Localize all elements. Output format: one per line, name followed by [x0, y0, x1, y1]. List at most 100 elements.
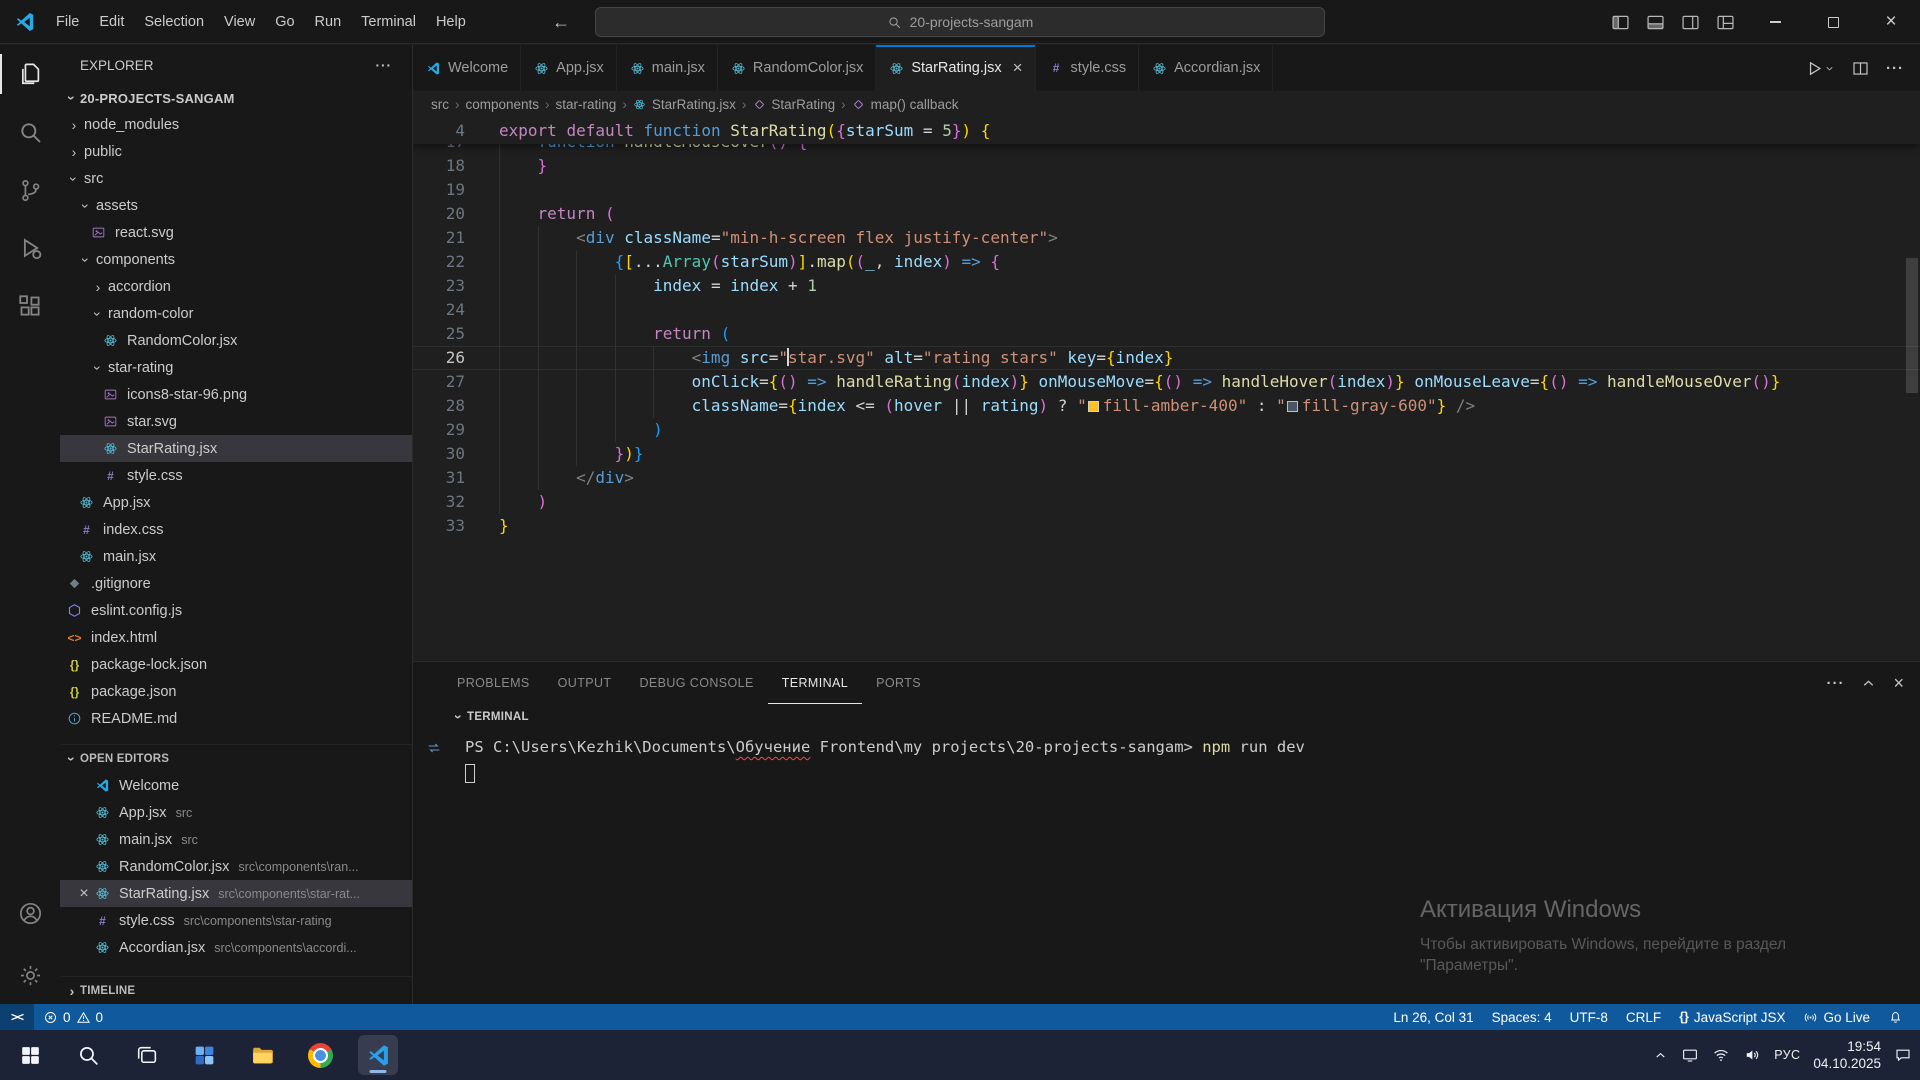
customize-layout-icon[interactable]: [1715, 12, 1736, 33]
wifi-icon[interactable]: [1712, 1046, 1730, 1064]
tree-item-star-svg[interactable]: star.svg: [60, 408, 412, 435]
terminal-section-header[interactable]: › TERMINAL: [413, 704, 1920, 730]
close-panel-icon[interactable]: ×: [1893, 673, 1904, 694]
tree-item-src[interactable]: ›src: [60, 165, 412, 192]
tree-item-eslint-config-js[interactable]: eslint.config.js: [60, 597, 412, 624]
minimize-button[interactable]: [1746, 0, 1804, 44]
problems-indicator[interactable]: 0 0: [34, 1004, 112, 1030]
breadcrumb-starrating-jsx[interactable]: StarRating.jsx: [633, 97, 736, 112]
code-line-22[interactable]: 22{[...Array(starSum)].map((_, index) =>…: [413, 250, 1920, 274]
explorer-more-actions-icon[interactable]: ···: [376, 58, 393, 73]
split-editor-button[interactable]: [1851, 59, 1870, 78]
code-line-21[interactable]: 21<div className="min-h-screen flex just…: [413, 226, 1920, 250]
tab-starrating-jsx[interactable]: StarRating.jsx×: [876, 45, 1035, 91]
tree-item-react-svg[interactable]: react.svg: [60, 219, 412, 246]
extensions-icon[interactable]: [0, 277, 60, 335]
language-mode[interactable]: {}JavaScript JSX: [1670, 1004, 1794, 1030]
tree-item-gitignore[interactable]: .gitignore: [60, 570, 412, 597]
open-editor-starrating-jsx[interactable]: ×StarRating.jsxsrc\components\star-rat..…: [60, 880, 412, 907]
open-editor-style-css[interactable]: #style.csssrc\components\star-rating: [60, 907, 412, 934]
tree-item-index-css[interactable]: #index.css: [60, 516, 412, 543]
code-line-27[interactable]: 27onClick={() => handleRating(index)} on…: [413, 370, 1920, 394]
tree-item-package-lock-json[interactable]: {}package-lock.json: [60, 651, 412, 678]
hidden-icons-chevron-icon[interactable]: [1653, 1048, 1668, 1063]
code-line-33[interactable]: 33}: [413, 514, 1920, 538]
toggle-panel-icon[interactable]: [1645, 12, 1666, 33]
tree-item-readme-md[interactable]: README.md: [60, 705, 412, 732]
open-editor-app-jsx[interactable]: App.jsxsrc: [60, 799, 412, 826]
open-editor-accordian-jsx[interactable]: Accordian.jsxsrc\components\accordi...: [60, 934, 412, 961]
line-number[interactable]: 31: [413, 466, 465, 490]
run-debug-icon[interactable]: [0, 219, 60, 277]
tree-item-index-html[interactable]: <>index.html: [60, 624, 412, 651]
taskbar-vscode[interactable]: [358, 1035, 398, 1075]
tab-style-css[interactable]: #style.css: [1036, 45, 1140, 91]
code-line-25[interactable]: 25return (: [413, 322, 1920, 346]
taskbar-chrome[interactable]: [300, 1035, 340, 1075]
tab-accordian-jsx[interactable]: Accordian.jsx: [1139, 45, 1273, 91]
code-line-18[interactable]: 18}: [413, 154, 1920, 178]
tree-item-icons8-star-96-png[interactable]: icons8-star-96.png: [60, 381, 412, 408]
code-editor[interactable]: 4export default function StarRating({sta…: [413, 118, 1920, 661]
line-number[interactable]: 30: [413, 442, 465, 466]
line-number[interactable]: 32: [413, 490, 465, 514]
toggle-secondary-sidebar-icon[interactable]: [1680, 12, 1701, 33]
remote-indicator[interactable]: ><: [0, 1004, 34, 1030]
close-tab-icon[interactable]: ×: [1013, 58, 1023, 78]
taskbar-widgets[interactable]: [184, 1035, 224, 1075]
breadcrumb-starrating[interactable]: StarRating: [752, 97, 835, 112]
taskbar-task-view[interactable]: [126, 1035, 166, 1075]
line-number[interactable]: 18: [413, 154, 465, 178]
line-number[interactable]: 4: [413, 119, 465, 143]
breadcrumb-star-rating[interactable]: star-rating: [556, 97, 617, 112]
panel-tab-output[interactable]: OUTPUT: [544, 662, 626, 704]
taskbar-start[interactable]: [10, 1035, 50, 1075]
tree-item-star-rating[interactable]: ›star-rating: [60, 354, 412, 381]
line-number[interactable]: 26: [413, 346, 465, 370]
encoding[interactable]: UTF-8: [1561, 1004, 1617, 1030]
tree-item-randomcolor-jsx[interactable]: RandomColor.jsx: [60, 327, 412, 354]
line-number[interactable]: 24: [413, 298, 465, 322]
menu-selection[interactable]: Selection: [134, 0, 214, 44]
line-number[interactable]: 19: [413, 178, 465, 202]
line-number[interactable]: 21: [413, 226, 465, 250]
tree-item-main-jsx[interactable]: main.jsx: [60, 543, 412, 570]
code-line-17[interactable]: 17function handleMouseOver() {: [413, 144, 1920, 154]
menu-edit[interactable]: Edit: [89, 0, 134, 44]
tree-item-package-json[interactable]: {}package.json: [60, 678, 412, 705]
tree-item-style-css[interactable]: #style.css: [60, 462, 412, 489]
close-button[interactable]: ×: [1862, 0, 1920, 44]
indentation[interactable]: Spaces: 4: [1483, 1004, 1561, 1030]
keyboard-language[interactable]: РУС: [1774, 1048, 1800, 1062]
notifications[interactable]: [1879, 1004, 1912, 1030]
line-number[interactable]: 20: [413, 202, 465, 226]
tab-app-jsx[interactable]: App.jsx: [521, 45, 617, 91]
open-editor-welcome[interactable]: Welcome: [60, 772, 412, 799]
menu-terminal[interactable]: Terminal: [351, 0, 426, 44]
search-box[interactable]: 20-projects-sangam: [595, 7, 1325, 37]
account-icon[interactable]: [0, 884, 60, 942]
panel-tab-debug-console[interactable]: DEBUG CONSOLE: [625, 662, 767, 704]
volume-icon[interactable]: [1743, 1046, 1761, 1064]
code-line-4[interactable]: 4export default function StarRating({sta…: [413, 119, 1920, 143]
line-number[interactable]: 22: [413, 250, 465, 274]
go-live[interactable]: Go Live: [1794, 1004, 1879, 1030]
editor-scrollbar[interactable]: [1906, 258, 1918, 393]
cursor-position[interactable]: Ln 26, Col 31: [1384, 1004, 1482, 1030]
tree-item-components[interactable]: ›components: [60, 246, 412, 273]
code-line-20[interactable]: 20return (: [413, 202, 1920, 226]
back-icon[interactable]: ←: [552, 12, 570, 33]
open-editor-randomcolor-jsx[interactable]: RandomColor.jsxsrc\components\ran...: [60, 853, 412, 880]
taskbar-search[interactable]: [68, 1035, 108, 1075]
line-number[interactable]: 17: [413, 144, 465, 154]
monitor-tray-icon[interactable]: [1681, 1046, 1699, 1064]
source-control-icon[interactable]: [0, 161, 60, 219]
menu-help[interactable]: Help: [426, 0, 476, 44]
line-number[interactable]: 23: [413, 274, 465, 298]
close-editor-icon[interactable]: ×: [74, 885, 94, 903]
menu-run[interactable]: Run: [305, 0, 352, 44]
line-number[interactable]: 25: [413, 322, 465, 346]
open-editor-main-jsx[interactable]: main.jsxsrc: [60, 826, 412, 853]
taskbar-file-explorer[interactable]: [242, 1035, 282, 1075]
tree-item-accordion[interactable]: ›accordion: [60, 273, 412, 300]
